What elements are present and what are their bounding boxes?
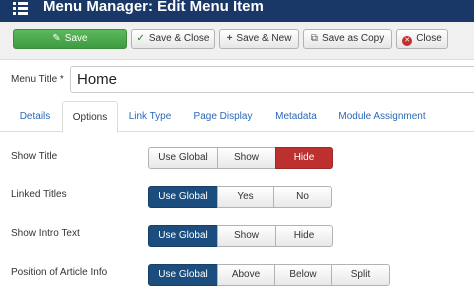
tab-bar: Details Options Link Type Page Display M… xyxy=(0,101,474,133)
menu-title-input[interactable] xyxy=(70,66,474,93)
position-of-article-info-label: Position of Article Info xyxy=(11,267,108,278)
article-info-above-button[interactable]: Above xyxy=(217,264,275,286)
position-of-article-info-toggle: Use Global Above Below Split xyxy=(148,264,390,286)
close-button[interactable]: ✕ Close xyxy=(396,29,448,49)
linked-titles-yes-button[interactable]: Yes xyxy=(217,186,274,208)
save-button-label: Save xyxy=(64,33,88,44)
edit-icon: ✎ xyxy=(52,33,61,44)
tab-options[interactable]: Options xyxy=(62,101,118,133)
linked-titles-use-global-button[interactable]: Use Global xyxy=(148,186,218,208)
close-button-label: Close xyxy=(416,33,442,44)
show-intro-text-label: Show Intro Text xyxy=(11,228,80,239)
tab-module-assignment[interactable]: Module Assignment xyxy=(332,101,432,132)
list-icon xyxy=(13,1,28,15)
article-info-split-button[interactable]: Split xyxy=(331,264,390,286)
linked-titles-label: Linked Titles xyxy=(11,189,67,200)
save-button[interactable]: ✎ Save xyxy=(13,29,127,49)
save-close-button[interactable]: ✓ Save & Close xyxy=(131,29,215,49)
check-icon: ✓ xyxy=(136,33,145,44)
linked-titles-toggle: Use Global Yes No xyxy=(148,186,332,208)
show-intro-text-show-button[interactable]: Show xyxy=(217,225,276,247)
article-info-below-button[interactable]: Below xyxy=(274,264,332,286)
menu-title-label: Menu Title * xyxy=(11,74,64,85)
save-new-button[interactable]: + Save & New xyxy=(219,29,299,49)
article-info-use-global-button[interactable]: Use Global xyxy=(148,264,218,286)
tab-metadata[interactable]: Metadata xyxy=(267,101,325,132)
show-title-hide-button[interactable]: Hide xyxy=(275,147,333,169)
save-new-button-label: Save & New xyxy=(236,33,292,44)
app-header: Menu Manager: Edit Menu Item xyxy=(0,0,474,22)
show-intro-text-toggle: Use Global Show Hide xyxy=(148,225,333,247)
save-close-button-label: Save & Close xyxy=(148,33,210,44)
show-intro-text-hide-button[interactable]: Hide xyxy=(275,225,333,247)
show-title-show-button[interactable]: Show xyxy=(217,147,276,169)
show-intro-text-use-global-button[interactable]: Use Global xyxy=(148,225,218,247)
copy-icon: ⧉ xyxy=(310,33,318,44)
plus-icon: + xyxy=(226,33,233,44)
save-as-copy-button-label: Save as Copy xyxy=(321,33,385,44)
show-title-toggle: Use Global Show Hide xyxy=(148,147,333,169)
show-title-use-global-button[interactable]: Use Global xyxy=(148,147,218,169)
tab-page-display[interactable]: Page Display xyxy=(186,101,260,132)
close-circle-icon: ✕ xyxy=(402,36,413,46)
show-title-label: Show Title xyxy=(11,151,58,162)
save-as-copy-button[interactable]: ⧉ Save as Copy xyxy=(303,29,392,49)
tab-link-type[interactable]: Link Type xyxy=(122,101,178,132)
page-title: Menu Manager: Edit Menu Item xyxy=(43,0,264,15)
linked-titles-no-button[interactable]: No xyxy=(273,186,332,208)
tab-details[interactable]: Details xyxy=(11,101,59,132)
